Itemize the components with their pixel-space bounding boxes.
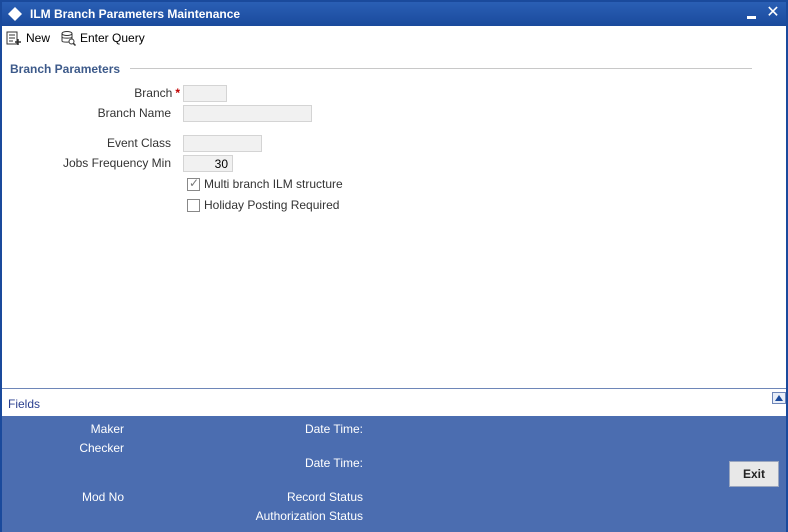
multi-branch-checkbox-row[interactable]: Multi branch ILM structure	[187, 176, 343, 191]
required-marker: *	[175, 86, 180, 100]
fields-bar: Fields	[2, 388, 786, 416]
enter-query-button[interactable]: Enter Query	[60, 29, 145, 47]
event-class-input[interactable]	[183, 135, 262, 152]
record-status-label: Record Status	[286, 490, 363, 504]
jobs-frequency-label: Jobs Frequency Min	[62, 156, 171, 170]
toolbar: New Enter Query	[2, 26, 786, 50]
branch-input[interactable]	[183, 85, 227, 102]
section-title: Branch Parameters	[10, 62, 121, 76]
multi-branch-label: Multi branch ILM structure	[204, 177, 343, 191]
minimize-button[interactable]	[744, 6, 760, 22]
holiday-posting-label: Holiday Posting Required	[204, 198, 340, 212]
collapse-arrow-icon[interactable]	[772, 392, 786, 404]
enter-query-label: Enter Query	[80, 31, 145, 45]
branch-name-label: Branch Name	[97, 106, 171, 120]
event-class-label: Event Class	[106, 136, 171, 150]
window: ILM Branch Parameters Maintenance ✕ New	[0, 0, 788, 532]
query-icon	[61, 31, 76, 46]
maker-label: Maker	[90, 422, 124, 436]
close-button[interactable]: ✕	[764, 4, 782, 22]
title-bar: ILM Branch Parameters Maintenance ✕	[2, 2, 786, 26]
branch-name-input[interactable]	[183, 105, 312, 122]
checker-date-time-label: Date Time:	[304, 456, 363, 470]
branch-label-group: Branch *	[42, 86, 180, 100]
audit-panel: Maker Checker Mod No Date Time: Date Tim…	[2, 416, 786, 532]
new-document-icon	[6, 31, 21, 45]
authorization-status-label: Authorization Status	[255, 509, 363, 523]
maker-date-time-label: Date Time:	[304, 422, 363, 436]
section-divider	[130, 68, 752, 69]
new-button-label: New	[26, 31, 51, 45]
new-button[interactable]: New	[6, 29, 50, 47]
holiday-posting-checkbox[interactable]	[187, 198, 200, 212]
fields-link[interactable]: Fields	[8, 397, 40, 411]
window-diamond-icon	[8, 7, 22, 21]
window-title: ILM Branch Parameters Maintenance	[30, 7, 241, 21]
mod-no-label: Mod No	[81, 490, 124, 504]
holiday-posting-checkbox-row[interactable]: Holiday Posting Required	[187, 198, 339, 212]
exit-button[interactable]: Exit	[729, 461, 779, 487]
multi-branch-checkbox[interactable]	[187, 176, 200, 191]
checker-label: Checker	[79, 441, 124, 455]
branch-label: Branch	[134, 86, 173, 100]
jobs-frequency-input[interactable]: 30	[183, 155, 233, 172]
